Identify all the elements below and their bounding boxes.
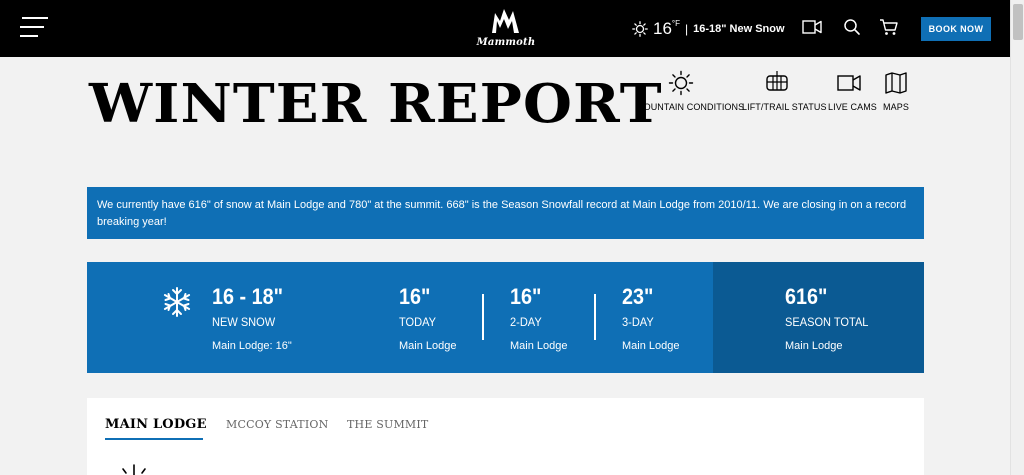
stat-value: 16 - 18"	[212, 284, 284, 309]
chairlift-icon	[766, 71, 788, 91]
stat-label: TODAY	[399, 315, 437, 329]
stat-location: Main Lodge	[785, 340, 843, 352]
quicklink-lift-trail-status[interactable]: LIFT/TRAIL STATUS	[742, 70, 827, 112]
menu-icon[interactable]	[20, 17, 48, 39]
stat-location: Main Lodge	[399, 340, 457, 352]
mammoth-logo[interactable]: Mammoth	[474, 7, 538, 51]
quicklink-maps[interactable]: MAPS	[882, 70, 910, 112]
stat-season-total: 616" SEASON TOTAL Main Lodge	[785, 284, 876, 352]
stat-value: 23"	[622, 284, 654, 309]
stat-divider	[594, 294, 596, 340]
stat-value: 16"	[510, 284, 542, 309]
logo-wordmark: Mammoth	[476, 37, 536, 48]
stat-value: 616"	[785, 284, 828, 309]
stat-location: Main Lodge: 16"	[212, 340, 292, 352]
mammoth-logo-mark	[492, 9, 519, 33]
temperature-unit: °F	[671, 18, 681, 28]
stat-today: 16" TODAY Main Lodge	[399, 284, 457, 352]
new-snow-summary: 16-18" New Snow	[693, 23, 785, 35]
quicklink-label: MOUNTAIN CONDITIONS	[636, 102, 745, 112]
quicklink-label: MAPS	[883, 102, 909, 112]
stat-divider	[482, 294, 484, 340]
stat-value: 16"	[399, 284, 431, 309]
stat-new-snow: 16 - 18" NEW SNOW Main Lodge: 16"	[212, 284, 292, 352]
weather-separator: |	[685, 22, 689, 36]
temperature-value: 16	[653, 19, 672, 38]
quicklink-label: LIFT/TRAIL STATUS	[742, 102, 827, 112]
top-navigation-bar: Mammoth 16 °F | 16-18" New Snow BOOK NOW	[0, 0, 1010, 57]
location-conditions-card: MAIN LODGE MCCOY STATION THE SUMMIT	[87, 398, 924, 475]
tab-main-lodge[interactable]: MAIN LODGE	[105, 417, 207, 432]
stat-label: 2-DAY	[510, 315, 542, 329]
search-icon[interactable]	[843, 18, 861, 41]
quicklink-live-cams[interactable]: LIVE CAMS	[828, 70, 877, 112]
sun-icon	[122, 464, 146, 475]
stat-label: 3-DAY	[622, 315, 654, 329]
stat-label: SEASON TOTAL	[785, 315, 869, 329]
snow-alert-banner: We currently have 616" of snow at Main L…	[87, 187, 924, 239]
stat-location: Main Lodge	[510, 340, 568, 352]
alert-text: We currently have 616" of snow at Main L…	[97, 199, 907, 228]
quicklink-label: LIVE CAMS	[828, 102, 877, 112]
video-camera-icon	[837, 75, 861, 91]
sun-icon	[668, 70, 694, 96]
video-camera-icon[interactable]	[802, 18, 822, 41]
tab-the-summit[interactable]: THE SUMMIT	[347, 418, 428, 431]
active-tab-indicator	[105, 438, 203, 440]
map-icon	[885, 72, 907, 94]
weather-summary[interactable]: 16 °F | 16-18" New Snow	[632, 18, 785, 40]
quicklink-mountain-conditions[interactable]: MOUNTAIN CONDITIONS	[636, 70, 745, 112]
stat-location: Main Lodge	[622, 340, 680, 352]
page-scrollbar[interactable]	[1010, 0, 1024, 475]
stat-two-day: 16" 2-DAY Main Lodge	[510, 284, 568, 352]
stat-three-day: 23" 3-DAY Main Lodge	[622, 284, 680, 352]
page-title: WINTER REPORT	[89, 73, 663, 135]
book-now-button[interactable]: BOOK NOW	[921, 17, 991, 41]
cart-icon[interactable]	[879, 18, 899, 41]
snowflake-icon	[163, 287, 191, 317]
sun-icon	[632, 21, 648, 37]
tab-mccoy-station[interactable]: MCCOY STATION	[226, 418, 328, 431]
stat-label: NEW SNOW	[212, 315, 276, 329]
snow-stats-panel: 16 - 18" NEW SNOW Main Lodge: 16" 16" TO…	[87, 262, 924, 373]
scrollbar-thumb[interactable]	[1013, 4, 1023, 40]
